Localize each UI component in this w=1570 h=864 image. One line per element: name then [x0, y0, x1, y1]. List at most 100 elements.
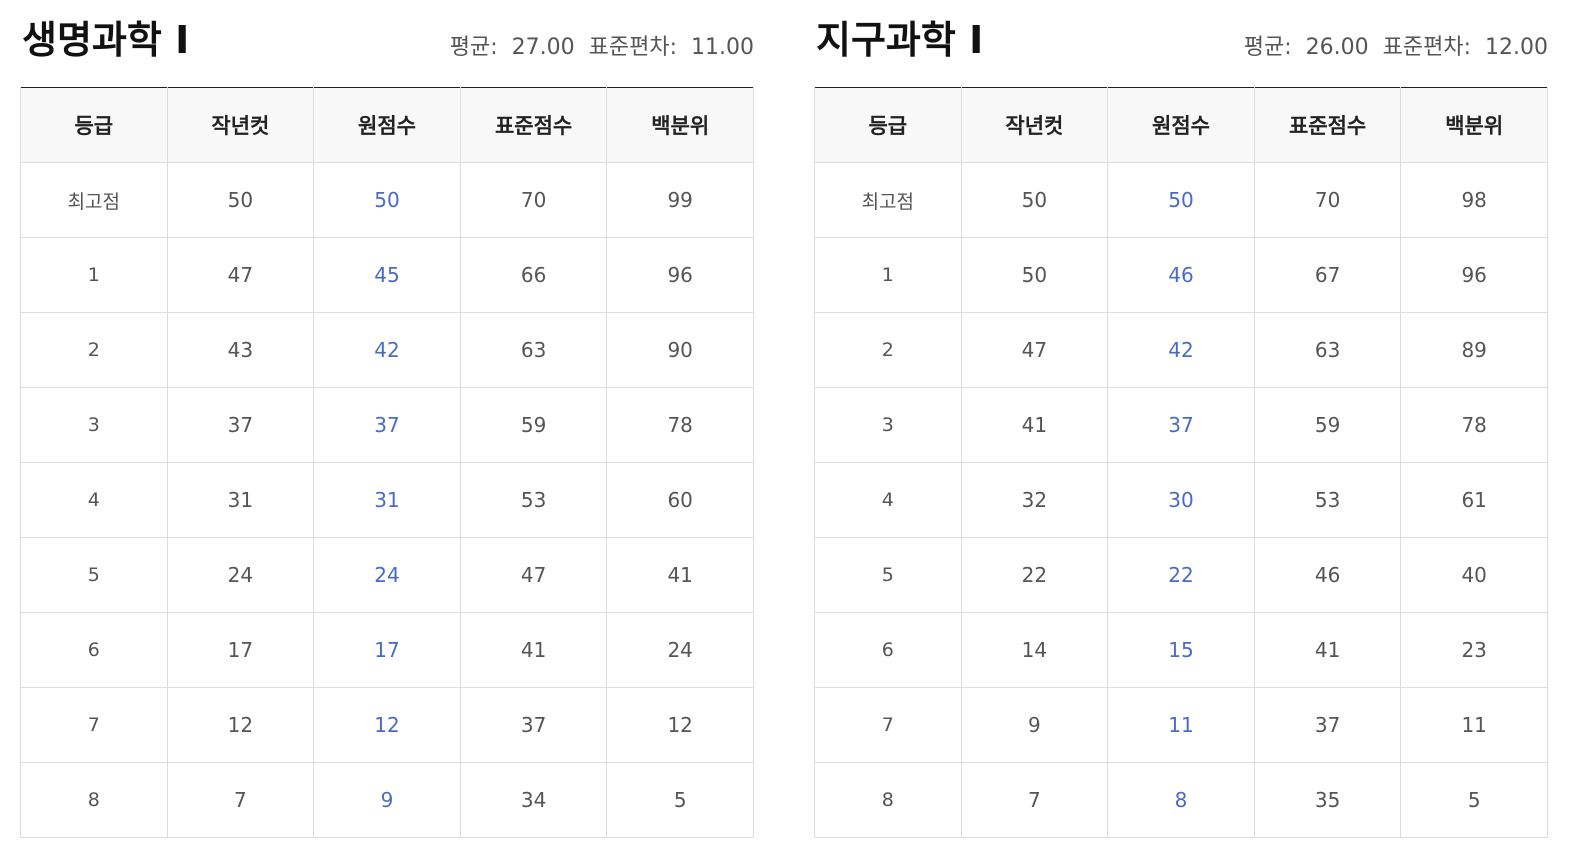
- standard-score-cell: 67: [1253, 237, 1402, 313]
- grade-table: 등급 작년컷 원점수 표준점수 백분위 최고점 50 50 70 98 1 50 46 67 96…: [814, 87, 1548, 838]
- column-header-raw-score: 원점수: [1107, 87, 1255, 163]
- column-header-last-year-cut: 작년컷: [166, 87, 315, 163]
- standard-score-cell: 37: [459, 687, 608, 763]
- raw-score-cell: 46: [1107, 237, 1255, 313]
- table-row: 7 12 12 37 12: [20, 687, 754, 763]
- table-row: 3 37 37 59 78: [20, 387, 754, 463]
- panel-stats: 평균: 26.00 표준편차: 12.00: [1244, 33, 1548, 63]
- table-row: 4 32 30 53 61: [814, 462, 1548, 538]
- grade-cell: 6: [20, 612, 168, 688]
- last-year-cut-cell: 12: [166, 687, 315, 763]
- table-row: 4 31 31 53 60: [20, 462, 754, 538]
- raw-score-cell: 31: [313, 462, 461, 538]
- last-year-cut-cell: 50: [960, 162, 1109, 238]
- percentile-cell: 89: [1400, 312, 1548, 388]
- raw-score-cell: 50: [313, 162, 461, 238]
- last-year-cut-cell: 37: [166, 387, 315, 463]
- raw-score-cell: 15: [1107, 612, 1255, 688]
- page: 생명과학 I 평균: 27.00 표준편차: 11.00 등급 작년컷 원점수 …: [0, 0, 1570, 864]
- column-header-last-year-cut: 작년컷: [960, 87, 1109, 163]
- grade-cell: 6: [814, 612, 962, 688]
- raw-score-cell: 8: [1107, 762, 1255, 838]
- raw-score-cell: 42: [313, 312, 461, 388]
- grade-cell: 4: [814, 462, 962, 538]
- last-year-cut-cell: 7: [166, 762, 315, 838]
- raw-score-cell: 42: [1107, 312, 1255, 388]
- table-row: 최고점 50 50 70 98: [814, 162, 1548, 238]
- standard-score-cell: 70: [1253, 162, 1402, 238]
- average-value: 27.00: [511, 35, 582, 60]
- raw-score-cell: 37: [313, 387, 461, 463]
- panel-title: 지구과학 I: [816, 18, 984, 62]
- last-year-cut-cell: 43: [166, 312, 315, 388]
- last-year-cut-cell: 47: [166, 237, 315, 313]
- last-year-cut-cell: 31: [166, 462, 315, 538]
- percentile-cell: 96: [1400, 237, 1548, 313]
- raw-score-cell: 17: [313, 612, 461, 688]
- grade-cell: 1: [814, 237, 962, 313]
- std-dev-label: 표준편차:: [1382, 35, 1479, 60]
- raw-score-cell: 12: [313, 687, 461, 763]
- table-row: 7 9 11 37 11: [814, 687, 1548, 763]
- std-dev-label: 표준편차:: [588, 35, 685, 60]
- standard-score-cell: 34: [459, 762, 608, 838]
- table-row: 6 17 17 41 24: [20, 612, 754, 688]
- percentile-cell: 11: [1400, 687, 1548, 763]
- table-row: 5 24 24 47 41: [20, 537, 754, 613]
- percentile-cell: 96: [606, 237, 754, 313]
- grade-cell: 1: [20, 237, 168, 313]
- table-row: 8 7 9 34 5: [20, 762, 754, 838]
- average-label: 평균:: [449, 35, 505, 60]
- percentile-cell: 41: [606, 537, 754, 613]
- table-header-row: 등급 작년컷 원점수 표준점수 백분위: [20, 87, 754, 163]
- table-body: 최고점 50 50 70 98 1 50 46 67 96 2 47 42 63 89 3 41 37 59 78 4 3…: [814, 162, 1548, 838]
- last-year-cut-cell: 24: [166, 537, 315, 613]
- average-label: 평균:: [1243, 35, 1299, 60]
- table-row: 8 7 8 35 5: [814, 762, 1548, 838]
- column-header-grade: 등급: [814, 87, 962, 163]
- grade-cell: 7: [814, 687, 962, 763]
- standard-score-cell: 53: [1253, 462, 1402, 538]
- table-row: 3 41 37 59 78: [814, 387, 1548, 463]
- grade-cell: 8: [20, 762, 168, 838]
- table-row: 최고점 50 50 70 99: [20, 162, 754, 238]
- table-row: 1 50 46 67 96: [814, 237, 1548, 313]
- grade-cell: 8: [814, 762, 962, 838]
- panel-earth-science: 지구과학 I 평균: 26.00 표준편차: 12.00 등급 작년컷 원점수 …: [814, 0, 1548, 838]
- table-row: 5 22 22 46 40: [814, 537, 1548, 613]
- standard-score-cell: 70: [459, 162, 608, 238]
- raw-score-cell: 30: [1107, 462, 1255, 538]
- grade-table: 등급 작년컷 원점수 표준점수 백분위 최고점 50 50 70 99 1 47 45 66 96…: [20, 87, 754, 838]
- percentile-cell: 12: [606, 687, 754, 763]
- last-year-cut-cell: 50: [166, 162, 315, 238]
- table-row: 6 14 15 41 23: [814, 612, 1548, 688]
- percentile-cell: 61: [1400, 462, 1548, 538]
- raw-score-cell: 24: [313, 537, 461, 613]
- standard-score-cell: 47: [459, 537, 608, 613]
- panel-header: 생명과학 I 평균: 27.00 표준편차: 11.00: [20, 0, 754, 87]
- percentile-cell: 90: [606, 312, 754, 388]
- percentile-cell: 40: [1400, 537, 1548, 613]
- raw-score-cell: 11: [1107, 687, 1255, 763]
- standard-score-cell: 41: [1253, 612, 1402, 688]
- std-dev-value: 12.00: [1485, 35, 1548, 60]
- standard-score-cell: 37: [1253, 687, 1402, 763]
- raw-score-cell: 37: [1107, 387, 1255, 463]
- grade-cell: 최고점: [814, 162, 962, 238]
- column-header-percentile: 백분위: [606, 87, 754, 163]
- percentile-cell: 78: [606, 387, 754, 463]
- grade-cell: 2: [814, 312, 962, 388]
- panel-stats: 평균: 27.00 표준편차: 11.00: [450, 33, 754, 63]
- column-header-raw-score: 원점수: [313, 87, 461, 163]
- percentile-cell: 5: [606, 762, 754, 838]
- grade-cell: 5: [814, 537, 962, 613]
- table-row: 1 47 45 66 96: [20, 237, 754, 313]
- percentile-cell: 23: [1400, 612, 1548, 688]
- grade-cell: 2: [20, 312, 168, 388]
- std-dev-value: 11.00: [691, 35, 754, 60]
- column-header-standard-score: 표준점수: [1253, 87, 1402, 163]
- standard-score-cell: 41: [459, 612, 608, 688]
- table-body: 최고점 50 50 70 99 1 47 45 66 96 2 43 42 63 90 3 37 37 59 78 4 3…: [20, 162, 754, 838]
- raw-score-cell: 45: [313, 237, 461, 313]
- raw-score-cell: 22: [1107, 537, 1255, 613]
